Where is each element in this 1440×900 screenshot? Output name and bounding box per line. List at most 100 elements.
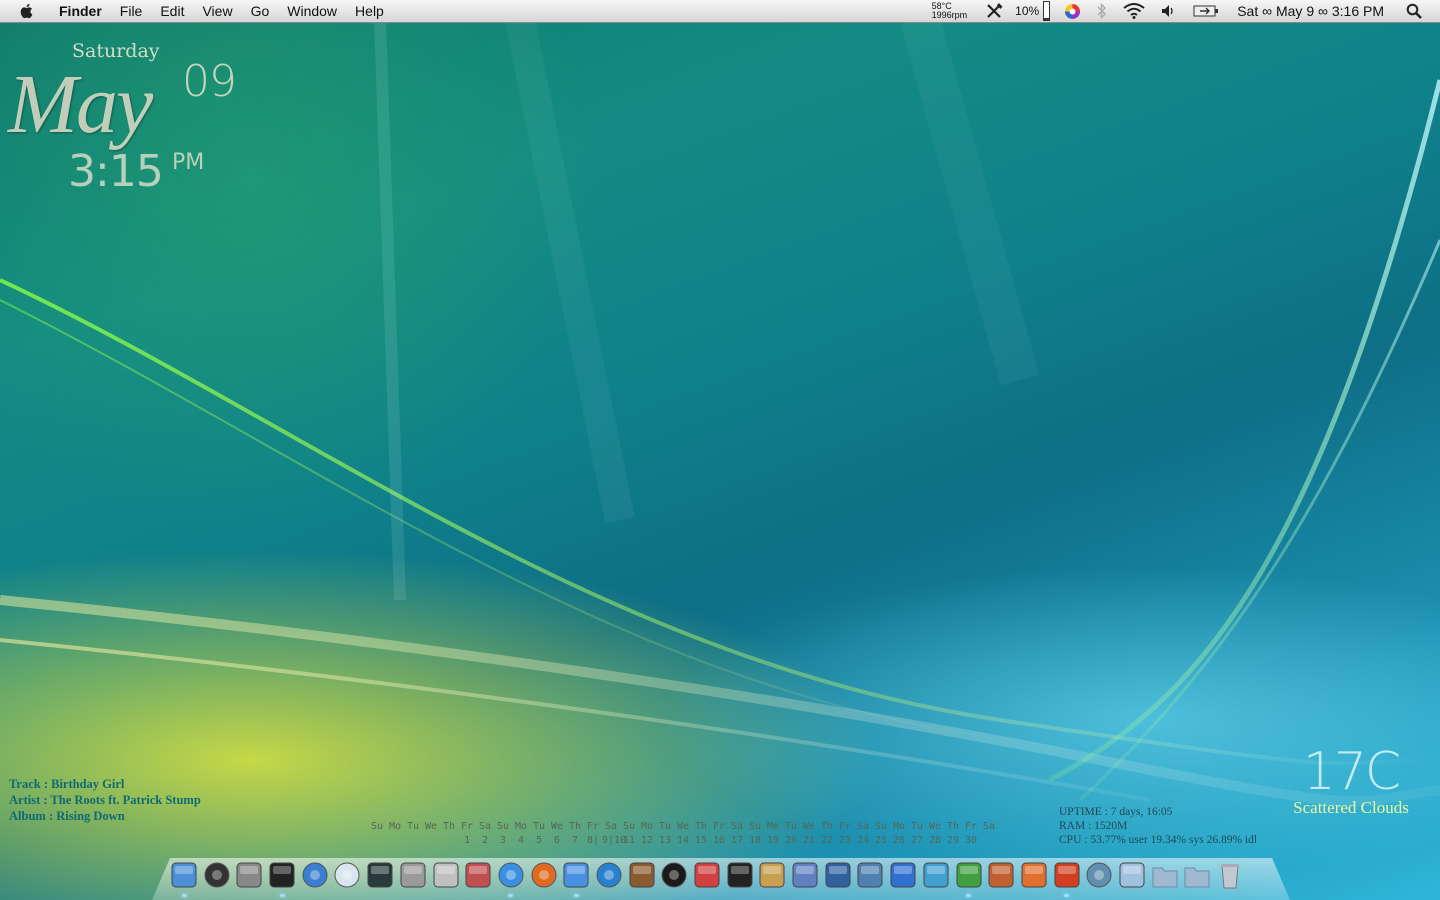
calendar-day xyxy=(422,834,440,848)
tools-icon[interactable] xyxy=(985,3,1003,19)
menu-view[interactable]: View xyxy=(193,3,241,19)
keynote-icon[interactable] xyxy=(987,859,1015,891)
running-indicator xyxy=(966,894,971,897)
calendar-day: 25 xyxy=(874,835,888,846)
calendar-day: 16 xyxy=(712,835,726,846)
calendar-day xyxy=(404,834,422,848)
menu-clock[interactable]: Sat ∞ May 9 ∞ 3:16 PM xyxy=(1237,3,1384,19)
powerpoint-icon[interactable] xyxy=(1020,859,1048,891)
running-indicator xyxy=(279,894,285,897)
calendar-day: 9|10 xyxy=(602,835,627,846)
menu-file[interactable]: File xyxy=(111,3,152,19)
spaces-icon[interactable] xyxy=(824,859,852,891)
xcode-icon[interactable] xyxy=(758,859,786,891)
itunes-icon[interactable] xyxy=(562,859,590,897)
calendar-day xyxy=(368,834,386,848)
camera-icon[interactable] xyxy=(660,859,688,891)
calendar-day: 2 xyxy=(481,835,489,846)
cpu-meter-percent[interactable]: 10% xyxy=(1015,4,1039,18)
menu-help[interactable]: Help xyxy=(346,3,393,19)
weather-widget: 17C Scattered Clouds xyxy=(1288,742,1414,818)
calendar-day: 26 xyxy=(892,835,906,846)
quicktime-icon[interactable] xyxy=(595,859,623,891)
calendar-day: 3 xyxy=(499,835,507,846)
calendar-weekday: Su xyxy=(874,821,888,832)
documents-folder-icon[interactable] xyxy=(1183,859,1211,891)
calendar-day: 14 xyxy=(676,835,690,846)
calendar-weekday: Su xyxy=(496,821,510,832)
calendar-day: 5 xyxy=(535,835,543,846)
firefox-icon[interactable] xyxy=(530,859,558,891)
volume-icon[interactable] xyxy=(1161,4,1177,18)
track-album: Album : Rising Down xyxy=(9,809,125,823)
calendar-weekday: Su xyxy=(748,821,762,832)
disk-utility-icon[interactable] xyxy=(399,859,427,891)
calendar-weekday: Sa xyxy=(982,821,996,832)
calendar-day xyxy=(980,834,998,848)
iphoto-icon[interactable] xyxy=(628,859,656,891)
menu-bar: Finder File Edit View Go Window Help 58°… xyxy=(0,0,1440,23)
temperature-monitor[interactable]: 58°C 1996rpm xyxy=(932,2,968,20)
black-box-icon[interactable] xyxy=(726,859,754,891)
activity-monitor-icon[interactable] xyxy=(366,859,394,891)
calendar-weekday: Th xyxy=(442,821,456,832)
vmware-icon[interactable] xyxy=(791,859,819,891)
calendar-day: 4 xyxy=(517,835,525,846)
terminal-icon[interactable] xyxy=(268,859,296,897)
finder-icon[interactable] xyxy=(170,859,198,897)
running-indicator xyxy=(573,894,579,897)
battery-icon[interactable] xyxy=(1193,4,1219,18)
running-indicator xyxy=(181,894,187,897)
menu-go[interactable]: Go xyxy=(242,3,279,19)
trash-icon[interactable] xyxy=(1216,859,1244,891)
wifi-status-icon[interactable] xyxy=(1123,3,1145,19)
menu-edit[interactable]: Edit xyxy=(151,3,193,19)
transmission-icon[interactable] xyxy=(1053,859,1081,897)
menu-extras: 58°C 1996rpm 10% Sat ∞ May 9 ∞ 3:16 PM xyxy=(932,0,1440,22)
calendar-day: 30 xyxy=(964,835,978,846)
calendar-day: 15 xyxy=(694,835,708,846)
safari-icon[interactable] xyxy=(497,859,525,897)
photo-booth-icon[interactable] xyxy=(464,859,492,891)
calendar-day xyxy=(386,834,404,848)
calendar-day: 27 xyxy=(910,835,924,846)
spotlight-search-icon[interactable] xyxy=(1406,3,1422,19)
calendar-day: 1 xyxy=(463,835,471,846)
script-editor-icon[interactable] xyxy=(432,859,460,891)
cpu-readout: CPU : 53.77% user 19.34% sys 26.89% idl xyxy=(1059,834,1258,846)
system-preferences-icon[interactable] xyxy=(235,859,263,891)
airport-utility-icon[interactable] xyxy=(301,859,329,891)
menu-window[interactable]: Window xyxy=(278,3,346,19)
excel-icon[interactable] xyxy=(955,859,983,897)
applications-folder-icon[interactable] xyxy=(1151,859,1179,891)
weather-condition: Scattered Clouds xyxy=(1293,798,1409,817)
calendar-weekday-row: Su Mo Tu We Th Fr Sa Su Mo Tu We Th Fr Sa Su Mo Tu We Th Fr… xyxy=(368,820,998,834)
dock xyxy=(170,855,1249,897)
calendar-weekday: Su xyxy=(370,821,384,832)
calendar-weekday: Sa xyxy=(856,821,870,832)
weather-temperature: 17C xyxy=(1302,742,1401,802)
adium-icon[interactable] xyxy=(693,859,721,891)
widget-ampm: PM xyxy=(172,150,205,175)
charts-icon[interactable] xyxy=(922,859,950,891)
menu-app-name[interactable]: Finder xyxy=(50,3,111,19)
calendar-weekday: Th xyxy=(694,821,708,832)
stylus-icon[interactable] xyxy=(856,859,884,891)
calendar-day: 20 xyxy=(784,835,798,846)
bluetooth-icon[interactable] xyxy=(1097,3,1107,19)
calendar-weekday: Fr xyxy=(712,821,726,832)
wifi-icon[interactable] xyxy=(333,859,361,891)
network-icon[interactable] xyxy=(1085,859,1113,891)
apple-menu-icon[interactable] xyxy=(18,2,36,20)
downloads-stack-icon[interactable] xyxy=(1118,859,1146,891)
calendar-weekday: Tu xyxy=(910,821,924,832)
calendar-weekday: Tu xyxy=(658,821,672,832)
calendar-day: 21 xyxy=(802,835,816,846)
dashboard-icon[interactable] xyxy=(203,859,231,891)
calendar-weekday: Th xyxy=(946,821,960,832)
color-picker-icon[interactable] xyxy=(1064,3,1081,20)
calendar-day: 7 xyxy=(571,835,579,846)
calendar-weekday: Tu xyxy=(532,821,546,832)
calendar-weekday: We xyxy=(802,821,816,832)
word-icon[interactable] xyxy=(889,859,917,891)
